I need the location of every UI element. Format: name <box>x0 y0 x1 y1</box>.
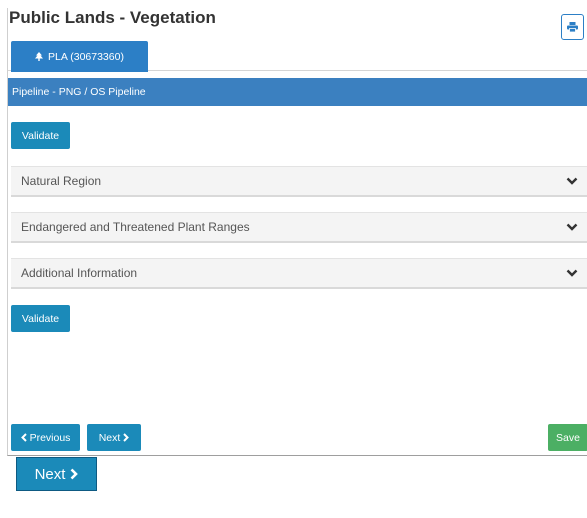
accordion-additional-information[interactable]: Additional Information <box>11 258 587 289</box>
tree-icon <box>35 52 44 61</box>
vegetation-panel: Public Lands - Vegetation PLA (30673360)… <box>7 8 587 456</box>
tab-bar: PLA (30673360) <box>8 41 587 72</box>
chevron-right-icon <box>123 433 130 442</box>
previous-button[interactable]: Previous <box>11 424 80 451</box>
next-large-label: Next <box>34 465 66 483</box>
tab-label: PLA (30673360) <box>48 50 124 63</box>
chevron-down-icon <box>566 268 578 278</box>
section-header: Pipeline - PNG / OS Pipeline <box>8 78 587 106</box>
validate-button-top[interactable]: Validate <box>11 122 70 149</box>
chevron-down-icon <box>566 176 578 186</box>
accordion-label: Natural Region <box>21 174 102 188</box>
accordion-label: Additional Information <box>21 266 138 280</box>
validate-button-bottom[interactable]: Validate <box>11 305 70 332</box>
page-title: Public Lands - Vegetation <box>9 8 216 27</box>
print-button[interactable] <box>561 14 584 40</box>
accordion-natural-region[interactable]: Natural Region <box>11 166 587 197</box>
chevron-left-icon <box>20 433 27 442</box>
accordion-endangered-plant-ranges[interactable]: Endangered and Threatened Plant Ranges <box>11 212 587 243</box>
next-button[interactable]: Next <box>87 424 141 451</box>
print-icon <box>567 22 578 32</box>
accordion-label: Endangered and Threatened Plant Ranges <box>21 220 250 234</box>
save-button[interactable]: Save <box>548 424 587 451</box>
chevron-right-icon <box>70 468 79 480</box>
previous-label: Previous <box>29 431 71 444</box>
tab-pla[interactable]: PLA (30673360) <box>11 41 148 72</box>
next-label: Next <box>98 431 121 444</box>
chevron-down-icon <box>566 222 578 232</box>
next-button-large[interactable]: Next <box>16 457 97 491</box>
